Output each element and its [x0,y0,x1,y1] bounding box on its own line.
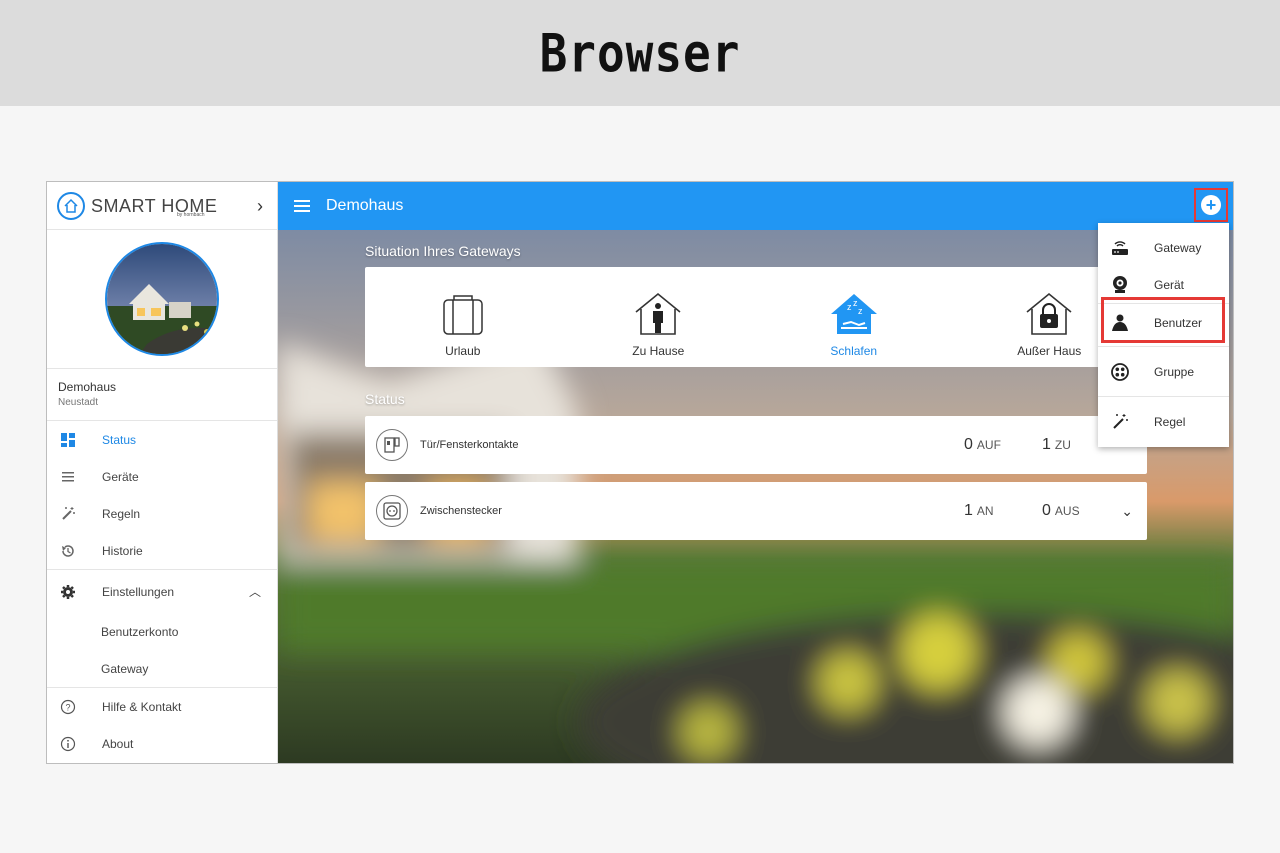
svg-text:?: ? [65,702,70,712]
gateway-router-icon [1110,238,1130,258]
home-name: Demohaus [58,380,117,394]
home-avatar[interactable] [105,242,219,356]
menu-item-gateway[interactable]: Gateway [1098,229,1229,266]
nav-label-help: Hilfe & Kontakt [102,699,182,714]
nav-item-account[interactable]: Benutzerkonto [47,613,277,650]
top-app-bar: Demohaus + [278,182,1233,230]
status-row-contacts[interactable]: Tür/Fensterkontakte 0 AUF 1 ZU [365,416,1147,474]
gear-icon [59,583,77,601]
menu-item-device[interactable]: Gerät [1098,266,1229,303]
menu-label-gateway: Gateway [1154,240,1202,255]
brand-header: SMART HOME by hornbach › [47,182,277,230]
topbar-title: Demohaus [326,197,404,214]
nav-item-gateway[interactable]: Gateway [47,650,277,687]
svg-text:z: z [858,306,863,316]
nav-label-about: About [102,736,134,751]
contacts-closed-count: 1 ZU [1042,436,1071,453]
nav-item-history[interactable]: Historie [47,532,277,569]
plugs-on-count: 1 AN [964,502,994,519]
status-title: Status [365,391,405,407]
contacts-open-count: 0 AUF [964,436,1001,453]
list-icon [59,468,77,486]
menu-label-device: Gerät [1154,277,1185,292]
info-icon [59,735,77,753]
app-window: SMART HOME by hornbach › Demohaus Neusta… [46,181,1234,764]
nav-item-help[interactable]: ? Hilfe & Kontakt [47,688,277,725]
menu-item-rule[interactable]: Regel [1098,403,1229,440]
add-menu: Gateway Gerät Benutzer Gruppe Regel [1098,223,1229,447]
person-home-icon [635,292,681,335]
menu-label-rule: Regel [1154,414,1186,429]
magic-wand-icon [1110,412,1130,432]
nav-item-devices[interactable]: Geräte [47,458,277,495]
menu-divider [1098,346,1229,347]
main-area: Demohaus + Situation Ihres Gateways Urla… [278,182,1233,763]
status-label-contacts: Tür/Fensterkontakte [420,439,519,451]
scene-selector: Urlaub Zu Hause z z z Schlafen Außer Hau… [365,267,1147,367]
sidebar: SMART HOME by hornbach › Demohaus Neusta… [47,182,278,763]
brand-sub: by hornbach [177,212,205,218]
chevron-right-icon[interactable]: › [257,196,263,217]
help-icon: ? [59,698,77,716]
scene-sleep[interactable]: z z z Schlafen [756,267,952,367]
nav-label-status: Status [102,432,137,447]
device-sensor-icon [1110,275,1130,295]
banner-title: Browser [539,21,741,85]
group-icon [1110,362,1130,382]
scene-vacation[interactable]: Urlaub [365,267,561,367]
history-icon [59,542,77,560]
suitcase-icon [443,295,483,335]
plugs-off-count: 0 AUS [1042,502,1080,519]
scene-label-vacation: Urlaub [445,344,481,358]
nav-item-status[interactable]: Status [47,421,277,458]
sleep-house-icon: z z z [830,294,877,334]
nav-item-settings[interactable]: Einstellungen ︿ [47,570,277,613]
menu-divider [1098,396,1229,397]
nav-label-history: Historie [102,543,143,558]
scene-home[interactable]: Zu Hause [561,267,757,367]
add-button[interactable]: + [1194,188,1228,222]
scene-label-sleep: Schlafen [830,344,878,358]
plus-icon: + [1201,195,1221,215]
magic-wand-icon [59,505,77,523]
top-banner: Browser [0,0,1280,106]
nav-label-settings: Einstellungen [102,584,175,599]
door-window-icon [376,429,408,461]
chevron-up-icon[interactable]: ︿ [249,583,261,600]
menu-label-group: Gruppe [1154,364,1195,379]
nav-label-rules: Regeln [102,506,141,521]
scene-label-away: Außer Haus [1017,344,1082,358]
lock-house-icon [1026,292,1072,335]
user-icon [1110,313,1130,333]
scene-label-home: Zu Hause [632,344,685,358]
home-info: Demohaus Neustadt [47,369,277,421]
menu-item-group[interactable]: Gruppe [1098,353,1229,390]
dashboard-icon [59,431,77,449]
nav-item-about[interactable]: About [47,725,277,762]
situation-title: Situation Ihres Gateways [365,243,521,259]
nav-item-rules[interactable]: Regeln [47,495,277,532]
plug-socket-icon [376,495,408,527]
svg-text:z: z [847,302,852,312]
chevron-down-icon[interactable]: ⌄ [1121,503,1133,520]
nav-label-devices: Geräte [102,469,139,484]
avatar-area [47,230,277,369]
status-row-plugs[interactable]: Zwischenstecker 1 AN 0 AUS ⌄ [365,482,1147,540]
menu-icon[interactable] [294,200,310,212]
menu-item-user[interactable]: Benutzer [1098,304,1229,341]
menu-label-user: Benutzer [1154,315,1203,330]
status-label-plugs: Zwischenstecker [420,505,502,517]
home-location: Neustadt [58,397,99,408]
house-logo-icon [57,191,85,220]
